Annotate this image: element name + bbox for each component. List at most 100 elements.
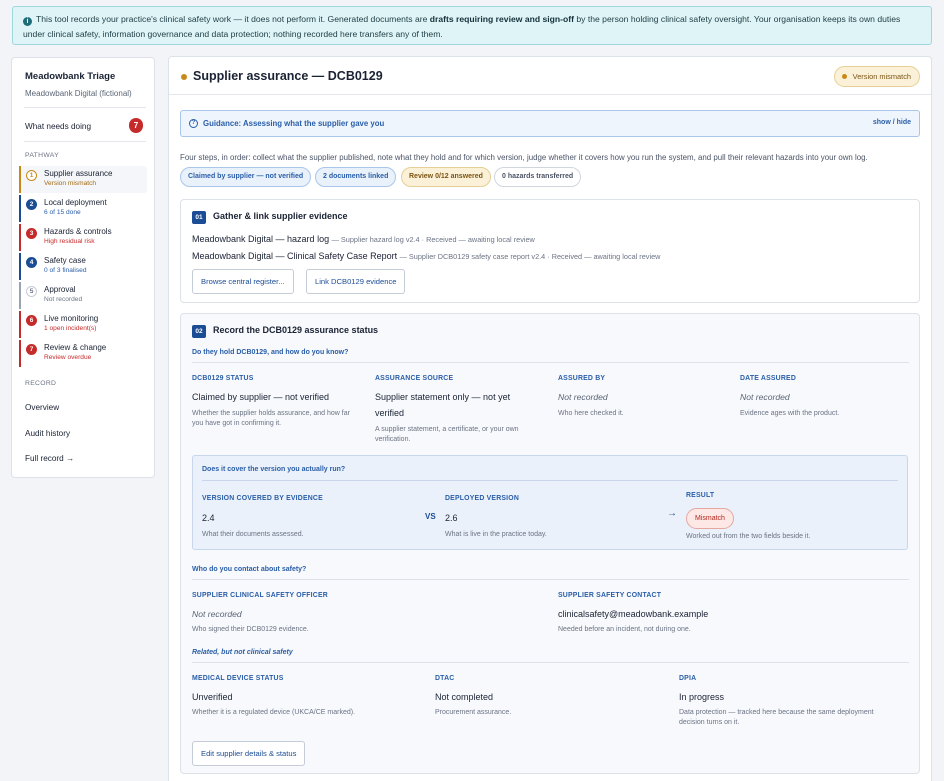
step-number-icon: 1 bbox=[26, 170, 37, 181]
page-header: Supplier assurance — DCB0129 Version mis… bbox=[169, 57, 931, 95]
divider bbox=[192, 662, 909, 663]
record-heading: RECORD bbox=[25, 380, 57, 387]
chip-hazards-transferred: 0 hazards transferred bbox=[494, 167, 582, 187]
audit-history-link[interactable]: Audit history bbox=[25, 429, 70, 438]
result-badge: Mismatch bbox=[686, 508, 734, 529]
divider bbox=[192, 362, 909, 363]
field-hint: Procurement assurance. bbox=[435, 709, 512, 716]
version-coverage-panel: Does it cover the version you actually r… bbox=[192, 455, 908, 550]
field-hint: Evidence ages with the product. bbox=[740, 410, 840, 417]
pathway-step[interactable]: 7 Review & change Review overdue bbox=[19, 340, 147, 367]
field-label: RESULT bbox=[686, 492, 715, 499]
field-label: MEDICAL DEVICE STATUS bbox=[192, 675, 284, 682]
question-hold-dcb0129: Do they hold DCB0129, and how do you kno… bbox=[192, 349, 349, 356]
divider bbox=[192, 579, 909, 580]
browse-register-button[interactable]: Browse central register... bbox=[192, 269, 294, 294]
version-covered-value[interactable]: 2.4 bbox=[202, 510, 215, 526]
chip-documents-linked: 2 documents linked bbox=[315, 167, 397, 187]
dtac-value[interactable]: Not completed bbox=[435, 689, 493, 705]
step-status: Review overdue bbox=[44, 354, 92, 361]
overview-link[interactable]: Overview bbox=[25, 403, 59, 412]
guidance-panel[interactable]: ? Guidance: Assessing what the supplier … bbox=[180, 110, 920, 137]
pathway-step[interactable]: 1 Supplier assurance Version mismatch bbox=[19, 166, 147, 193]
status-dot bbox=[181, 74, 187, 80]
evidence-meta: — Supplier hazard log v2.4 · Received — … bbox=[331, 235, 535, 244]
dpia-value[interactable]: In progress bbox=[679, 689, 724, 705]
step-label: Review & change bbox=[44, 343, 107, 352]
field-label: SUPPLIER SAFETY CONTACT bbox=[558, 592, 662, 599]
step-number-icon: 5 bbox=[26, 286, 37, 297]
field-label: DEPLOYED VERSION bbox=[445, 495, 520, 502]
pathway-step[interactable]: 2 Local deployment 6 of 15 done bbox=[19, 195, 147, 222]
evidence-item[interactable]: Meadowbank Digital — hazard log — Suppli… bbox=[192, 234, 535, 244]
date-assured-value[interactable]: Not recorded bbox=[740, 389, 790, 405]
edit-supplier-button[interactable]: Edit supplier details & status bbox=[192, 741, 306, 766]
what-needs-doing-link[interactable]: What needs doing bbox=[25, 122, 91, 131]
field-hint: Whether the supplier holds assurance, an… bbox=[192, 410, 350, 427]
pathway-step[interactable]: 3 Hazards & controls High residual risk bbox=[19, 224, 147, 251]
medical-device-status-value[interactable]: Unverified bbox=[192, 689, 233, 705]
field-label: DPIA bbox=[679, 675, 697, 682]
step-status: Not recorded bbox=[44, 296, 83, 303]
org-name: Meadowbank Triage bbox=[25, 71, 116, 82]
step-number-icon: 2 bbox=[26, 199, 37, 210]
field-hint: What their documents assessed. bbox=[202, 531, 304, 538]
guidance-toggle[interactable]: show / hide bbox=[873, 119, 911, 126]
assurance-source-value[interactable]: Supplier statement only — not yet verifi… bbox=[375, 389, 540, 421]
link-evidence-button[interactable]: Link DCB0129 evidence bbox=[306, 269, 406, 294]
disclaimer-banner: i This tool records your practice's clini… bbox=[12, 6, 932, 45]
evidence-item[interactable]: Meadowbank Digital — Clinical Safety Cas… bbox=[192, 251, 660, 261]
chip-assurance-claim: Claimed by supplier — not verified bbox=[180, 167, 312, 187]
field-label: VERSION COVERED BY EVIDENCE bbox=[202, 495, 323, 502]
dcb0129-status-value[interactable]: Claimed by supplier — not verified bbox=[192, 389, 362, 405]
safety-contact-value[interactable]: clinicalsafety@meadowbank.example bbox=[558, 606, 708, 622]
step-label: Local deployment bbox=[44, 198, 107, 207]
evidence-meta: — Supplier DCB0129 safety case report v2… bbox=[399, 252, 661, 261]
step-status: 0 of 3 finalised bbox=[44, 267, 87, 274]
field-hint: What is live in the practice today. bbox=[445, 531, 547, 538]
field-hint: Who here checked it. bbox=[558, 410, 624, 417]
assured-by-value[interactable]: Not recorded bbox=[558, 389, 608, 405]
step-number-icon: 7 bbox=[26, 344, 37, 355]
safety-officer-value[interactable]: Not recorded bbox=[192, 606, 242, 622]
help-circle-icon: ? bbox=[189, 119, 198, 128]
full-record-link[interactable]: Full record → bbox=[25, 454, 74, 463]
needs-doing-count-badge: 7 bbox=[129, 118, 143, 133]
step-number-icon: 6 bbox=[26, 315, 37, 326]
field-label: DATE ASSURED bbox=[740, 375, 796, 382]
sidebar: Meadowbank Triage Meadowbank Digital (fi… bbox=[11, 57, 155, 478]
related-heading: Related, but not clinical safety bbox=[192, 649, 293, 656]
field-hint: Data protection — tracked here because t… bbox=[679, 709, 874, 726]
step-status: Version mismatch bbox=[44, 180, 97, 187]
chip-review-progress: Review 0/12 answered bbox=[401, 167, 491, 187]
question-contact: Who do you contact about safety? bbox=[192, 566, 307, 573]
pathway-step[interactable]: 6 Live monitoring 1 open incident(s) bbox=[19, 311, 147, 338]
field-hint: Who signed their DCB0129 evidence. bbox=[192, 626, 309, 633]
evidence-name: Meadowbank Digital — Clinical Safety Cas… bbox=[192, 251, 398, 261]
intro-text: Four steps, in order: collect what the s… bbox=[180, 153, 868, 162]
status-badge: Version mismatch bbox=[833, 66, 920, 87]
step-status: 6 of 15 done bbox=[44, 209, 81, 216]
main-panel: Supplier assurance — DCB0129 Version mis… bbox=[168, 56, 932, 781]
deployed-version-value[interactable]: 2.6 bbox=[445, 510, 458, 526]
pathway-step[interactable]: 5 Approval Not recorded bbox=[19, 282, 147, 309]
pathway-step[interactable]: 4 Safety case 0 of 3 finalised bbox=[19, 253, 147, 280]
evidence-name: Meadowbank Digital — hazard log bbox=[192, 234, 330, 244]
field-label: DCB0129 STATUS bbox=[192, 375, 254, 382]
step-status: 1 open incident(s) bbox=[44, 325, 97, 332]
question-version: Does it cover the version you actually r… bbox=[202, 466, 346, 473]
step-label: Approval bbox=[44, 285, 76, 294]
field-hint: Whether it is a regulated device (UKCA/C… bbox=[192, 709, 356, 716]
card-title: Record the DCB0129 assurance status bbox=[213, 325, 379, 335]
pathway-heading: PATHWAY bbox=[25, 152, 59, 159]
org-subtitle: Meadowbank Digital (fictional) bbox=[25, 89, 132, 98]
banner-text-bold: drafts requiring review and sign-off bbox=[429, 14, 574, 24]
field-label: ASSURANCE SOURCE bbox=[375, 375, 454, 382]
vs-label: VS bbox=[425, 512, 436, 521]
step-number: 02 bbox=[192, 325, 206, 338]
divider bbox=[202, 480, 898, 481]
assurance-status-card: 02 Record the DCB0129 assurance status D… bbox=[180, 313, 920, 774]
step-number: 01 bbox=[192, 211, 206, 224]
guidance-title: Guidance: Assessing what the supplier ga… bbox=[203, 119, 385, 128]
step-label: Live monitoring bbox=[44, 314, 99, 323]
